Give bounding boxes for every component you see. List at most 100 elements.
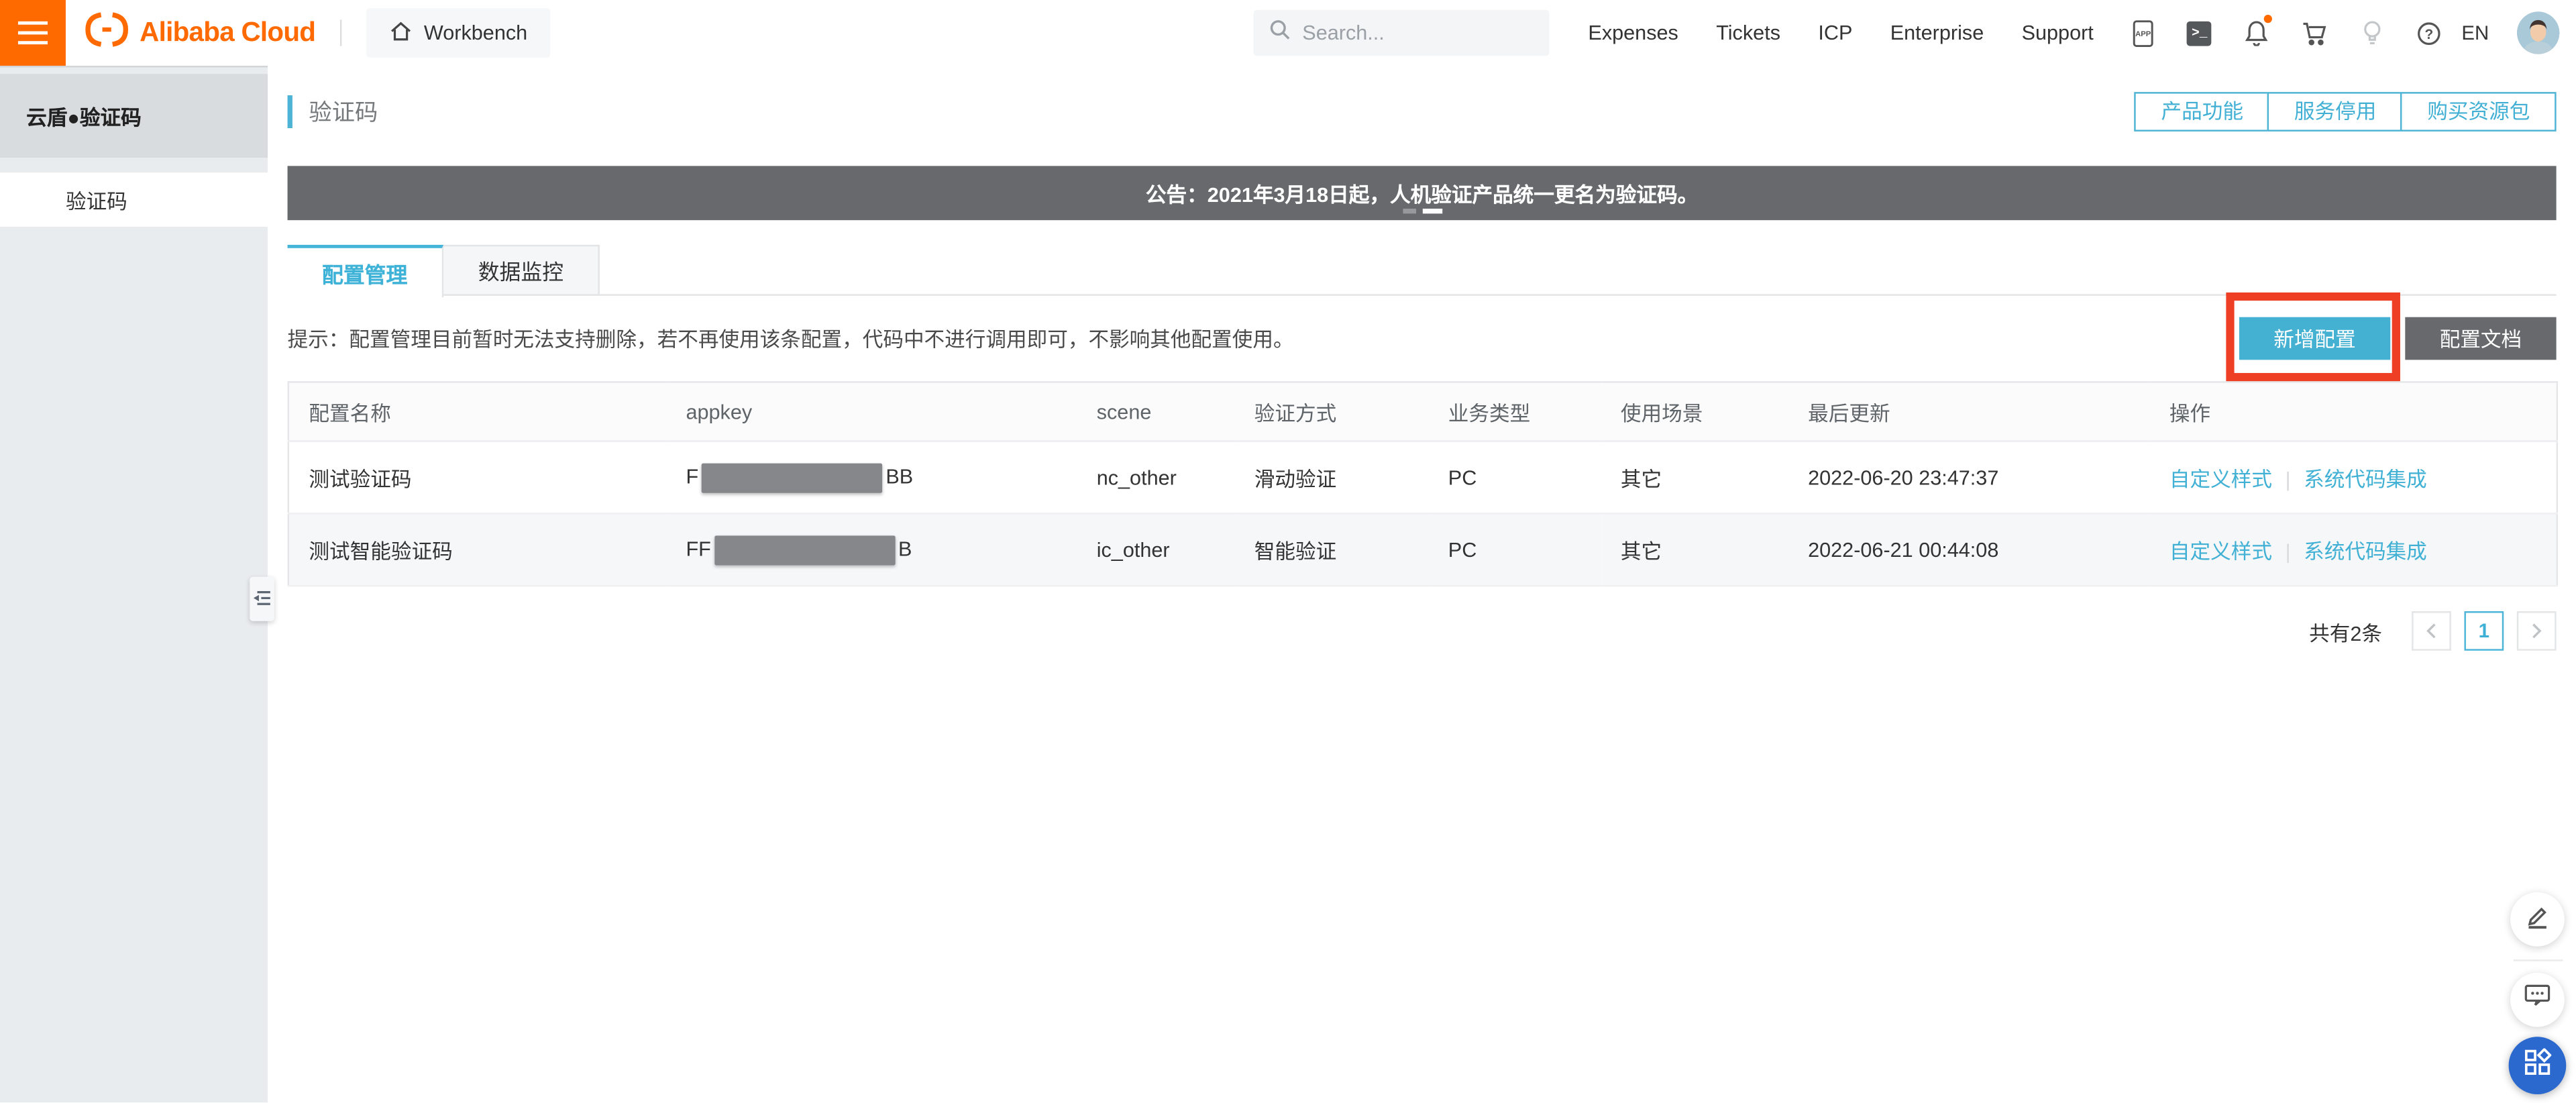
add-config-wrap: 新增配置 bbox=[2239, 316, 2390, 359]
svg-text:APP: APP bbox=[2136, 30, 2152, 38]
sidebar-item-captcha[interactable]: 验证码 bbox=[0, 172, 268, 227]
prev-page-button[interactable] bbox=[2412, 611, 2451, 651]
cell-usage-scene: 其它 bbox=[1601, 513, 1788, 586]
config-doc-button[interactable]: 配置文档 bbox=[2405, 316, 2556, 359]
pagination: 共有2条 1 bbox=[288, 611, 2557, 651]
logo-icon bbox=[84, 11, 130, 55]
tab-bar: 配置管理 数据监控 bbox=[288, 245, 2557, 296]
custom-style-link[interactable]: 自定义样式 bbox=[2169, 468, 2272, 491]
col-biz-type: 业务类型 bbox=[1428, 382, 1601, 441]
search-placeholder: Search... bbox=[1302, 21, 1385, 44]
col-appkey: appkey bbox=[666, 382, 1077, 441]
table-header-row: 配置名称 appkey scene 验证方式 业务类型 使用场景 最后更新 操作 bbox=[288, 382, 2557, 441]
language-switch[interactable]: EN bbox=[2461, 21, 2489, 44]
alibaba-cloud-logo[interactable]: Alibaba Cloud bbox=[84, 11, 315, 55]
cell-config-name: 测试验证码 bbox=[288, 441, 666, 514]
col-verify-method: 验证方式 bbox=[1234, 382, 1428, 441]
cell-scene: ic_other bbox=[1077, 513, 1234, 586]
col-last-updated: 最后更新 bbox=[1788, 382, 2150, 441]
chat-support-button[interactable] bbox=[2510, 973, 2565, 1027]
fab-divider bbox=[2514, 959, 2563, 961]
workbench-label: Workbench bbox=[424, 21, 527, 44]
nav-tickets[interactable]: Tickets bbox=[1716, 21, 1780, 44]
console-icon[interactable]: >_ bbox=[2187, 21, 2212, 46]
page-header-buttons: 产品功能 服务停用 购买资源包 bbox=[2137, 91, 2557, 131]
page-header: 验证码 产品功能 服务停用 购买资源包 bbox=[288, 91, 2557, 132]
apps-grid-icon bbox=[2524, 1047, 2552, 1084]
feedback-edit-button[interactable] bbox=[2510, 892, 2565, 947]
col-usage-scene: 使用场景 bbox=[1601, 382, 1788, 441]
product-features-button[interactable]: 产品功能 bbox=[2135, 91, 2269, 131]
apps-grid-button[interactable] bbox=[2509, 1037, 2567, 1094]
bulb-icon[interactable] bbox=[2361, 19, 2384, 46]
appkey-prefix: FF bbox=[686, 537, 710, 560]
cell-usage-scene: 其它 bbox=[1601, 441, 1788, 514]
buy-resource-pack-button[interactable]: 购买资源包 bbox=[2401, 91, 2556, 131]
add-config-button[interactable]: 新增配置 bbox=[2239, 316, 2390, 359]
total-count: 共有2条 bbox=[2309, 615, 2382, 647]
appkey-suffix: BB bbox=[885, 465, 913, 488]
search-icon bbox=[1268, 17, 1291, 49]
cell-actions: 自定义样式 | 系统代码集成 bbox=[2149, 441, 2557, 514]
custom-style-link[interactable]: 自定义样式 bbox=[2169, 541, 2272, 564]
nav-expenses[interactable]: Expenses bbox=[1588, 21, 1678, 44]
app-icon[interactable]: APP bbox=[2133, 19, 2155, 47]
notification-dot bbox=[2264, 15, 2272, 23]
cell-appkey: FF B bbox=[666, 513, 1077, 586]
cell-appkey: F BB bbox=[666, 441, 1077, 514]
link-separator: | bbox=[2286, 468, 2291, 491]
bell-icon[interactable] bbox=[2245, 19, 2269, 46]
appkey-redaction-box bbox=[702, 462, 882, 492]
appkey-redaction-box bbox=[714, 535, 895, 564]
nav-icp[interactable]: ICP bbox=[1818, 21, 1852, 44]
nav-enterprise[interactable]: Enterprise bbox=[1890, 21, 1984, 44]
next-page-button[interactable] bbox=[2517, 611, 2557, 651]
table-row: 测试智能验证码 FF B ic_other 智能验证 PC 其它 2022-06-… bbox=[288, 513, 2557, 586]
tab-data-monitoring[interactable]: 数据监控 bbox=[443, 245, 600, 296]
help-icon[interactable]: ? bbox=[2417, 21, 2442, 46]
hamburger-menu-icon[interactable] bbox=[0, 0, 66, 66]
cell-verify-method: 智能验证 bbox=[1234, 513, 1428, 586]
top-header: Alibaba Cloud Workbench Search... bbox=[0, 0, 2576, 66]
cell-biz-type: PC bbox=[1428, 441, 1601, 514]
app-root: Alibaba Cloud Workbench Search... bbox=[0, 0, 2576, 1102]
header-icons: APP >_ bbox=[2133, 19, 2442, 47]
cell-config-name: 测试智能验证码 bbox=[288, 513, 666, 586]
announcement-banner: 公告：2021年3月18日起，人机验证产品统一更名为验证码。 bbox=[288, 166, 2557, 220]
system-code-integration-link[interactable]: 系统代码集成 bbox=[2304, 541, 2427, 564]
appkey-suffix: B bbox=[898, 537, 912, 560]
workbench-button[interactable]: Workbench bbox=[366, 8, 550, 57]
cart-icon[interactable] bbox=[2302, 21, 2328, 46]
tip-text: 提示：配置管理目前暂时无法支持删除，若不再使用该条配置，代码中不进行调用即可，不… bbox=[288, 322, 1294, 354]
home-icon bbox=[389, 19, 412, 47]
col-config-name: 配置名称 bbox=[288, 382, 666, 441]
search-input[interactable]: Search... bbox=[1253, 10, 1549, 56]
svg-text:?: ? bbox=[2425, 26, 2434, 42]
page-title: 验证码 bbox=[288, 95, 378, 127]
collapse-sidebar-icon bbox=[253, 584, 271, 614]
header-right: Search... Expenses Tickets ICP Enterpris… bbox=[1253, 10, 2576, 56]
cell-last-updated: 2022-06-21 00:44:08 bbox=[1788, 513, 2150, 586]
page-1-button[interactable]: 1 bbox=[2464, 611, 2504, 651]
sidebar-title: 云盾●验证码 bbox=[0, 74, 268, 158]
cell-biz-type: PC bbox=[1428, 513, 1601, 586]
appkey-prefix: F bbox=[686, 465, 698, 488]
cell-actions: 自定义样式|系统代码集成 bbox=[2149, 513, 2557, 586]
announcement-text: 公告：2021年3月18日起，人机验证产品统一更名为验证码。 bbox=[1146, 177, 1698, 209]
pencil-icon bbox=[2524, 901, 2552, 937]
chat-icon bbox=[2524, 982, 2552, 1016]
announcement-carousel-dots bbox=[1402, 209, 1442, 213]
header-divider bbox=[340, 19, 341, 46]
collapse-sidebar-handle[interactable] bbox=[250, 577, 274, 621]
cell-scene: nc_other bbox=[1077, 441, 1234, 514]
nav-support[interactable]: Support bbox=[2022, 21, 2094, 44]
table-row: 测试验证码 FBB nc_other 滑动验证 PC 其它 2022-06-20… bbox=[288, 441, 2557, 514]
service-deactivation-button[interactable]: 服务停用 bbox=[2268, 91, 2403, 131]
header-nav: Expenses Tickets ICP Enterprise Support bbox=[1588, 21, 2093, 44]
carousel-dot bbox=[1402, 209, 1415, 213]
cell-verify-method: 滑动验证 bbox=[1234, 441, 1428, 514]
col-scene: scene bbox=[1077, 382, 1234, 441]
tab-config-management[interactable]: 配置管理 bbox=[288, 245, 444, 297]
system-code-integration-link[interactable]: 系统代码集成 bbox=[2304, 468, 2427, 491]
avatar[interactable] bbox=[2517, 11, 2560, 54]
